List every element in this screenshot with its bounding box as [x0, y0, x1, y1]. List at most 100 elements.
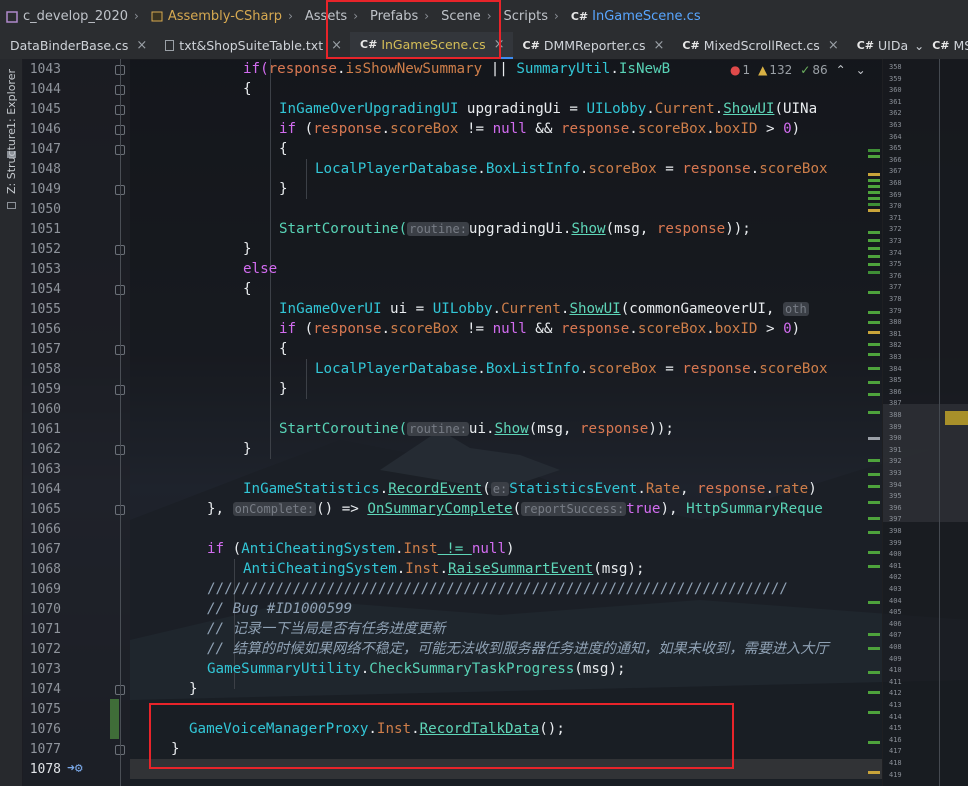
error-stripe-marker[interactable]	[868, 191, 880, 194]
error-stripe-marker[interactable]	[868, 311, 880, 314]
error-stripe-marker[interactable]	[868, 381, 880, 384]
code-line: {	[279, 341, 288, 357]
text-file-icon	[165, 40, 175, 51]
tab-dmmreporter[interactable]: C# DMMReporter.cs ×	[513, 32, 673, 59]
error-stripe-marker[interactable]	[868, 239, 880, 242]
error-stripe-marker[interactable]	[868, 393, 880, 396]
error-stripe-marker[interactable]	[868, 691, 880, 694]
breadcrumb-item-assembly[interactable]: Assembly-CSharp	[145, 9, 282, 24]
error-stripe-marker[interactable]	[868, 633, 880, 636]
error-stripe-marker[interactable]	[868, 517, 880, 520]
tab-shopsuitetable[interactable]: txt&ShopSuiteTable.txt ×	[155, 32, 350, 59]
error-stripe-marker[interactable]	[868, 203, 880, 206]
tab-uida[interactable]: C# UIDa	[847, 32, 910, 59]
tab-mstatutil[interactable]: C# MStatUtil.cs	[928, 32, 968, 59]
error-stripe-marker[interactable]	[868, 411, 880, 414]
code-editor[interactable]: if(response.isShowNewSummary || SummaryU…	[130, 59, 882, 786]
parameter-hint: e:	[490, 482, 510, 496]
line-number: 1075	[29, 702, 61, 717]
chevron-down-icon[interactable]: ⌄	[856, 63, 866, 77]
close-icon[interactable]: ×	[654, 38, 665, 53]
error-stripe-marker[interactable]	[868, 231, 880, 234]
line-number: 1072	[29, 642, 61, 657]
explorer-tool-button[interactable]: 1: Explorer	[5, 69, 18, 129]
error-stripe-marker[interactable]	[868, 185, 880, 188]
minimap-line-number: 383	[889, 353, 902, 361]
minimap-panel[interactable]: 358 359 360 361 362 363 364 365 366 367 368 369 370 3…	[882, 59, 968, 786]
error-stripe-marker[interactable]	[868, 255, 880, 258]
tab-mixedscrollrect[interactable]: C# MixedScrollRect.cs ×	[672, 32, 846, 59]
minimap-line-number: 394	[889, 480, 902, 489]
error-stripe-marker[interactable]	[868, 671, 880, 674]
error-stripe-marker[interactable]	[868, 501, 880, 504]
minimap-line-number: 402	[889, 573, 902, 582]
csharp-project-icon	[151, 10, 163, 23]
error-stripe-marker[interactable]	[868, 437, 880, 440]
error-stripe-marker[interactable]	[868, 155, 880, 158]
minimap-line-number: 363	[889, 121, 902, 129]
minimap-line-number: 388	[889, 411, 902, 419]
run-marker-icon[interactable]: ➜⚙	[67, 759, 83, 779]
error-stripe-marker[interactable]	[868, 741, 880, 744]
minimap-line-number: 409	[889, 654, 902, 663]
error-stripe-marker[interactable]	[868, 331, 880, 334]
minimap-line-number: 378	[889, 295, 902, 303]
error-icon: ●	[730, 63, 741, 77]
breadcrumb-item-scripts[interactable]: Scripts	[498, 9, 548, 24]
chevron-down-icon[interactable]: ⌄	[910, 39, 928, 53]
minimap-line-number: 367	[889, 167, 902, 176]
code-line: }	[243, 241, 252, 257]
error-stripe-marker[interactable]	[868, 565, 880, 568]
close-icon[interactable]: ×	[136, 38, 147, 53]
minimap-line-number: 372	[889, 225, 902, 234]
line-number: 1064	[29, 482, 61, 497]
line-number: 1044	[29, 82, 61, 97]
inspection-widget[interactable]: ● 1 ▲ 132 ✓ 86 ⌃ ⌄	[730, 59, 882, 81]
error-stripe-marker[interactable]	[868, 291, 880, 294]
code-line: if (response.scoreBox != null && respons…	[279, 121, 801, 137]
error-stripe-marker[interactable]	[868, 271, 880, 274]
chevron-up-icon[interactable]: ⌃	[836, 63, 846, 77]
minimap-line-number: 389	[889, 422, 902, 431]
parameter-hint: routine:	[407, 422, 469, 436]
error-stripe-marker[interactable]	[868, 647, 880, 650]
minimap-line-number: 358	[889, 63, 902, 71]
error-stripe-marker[interactable]	[868, 367, 880, 370]
chevron-right-icon: ›	[288, 9, 293, 23]
error-stripe-marker[interactable]	[868, 179, 880, 182]
minimap-highlight	[945, 411, 968, 425]
error-stripe-marker[interactable]	[868, 247, 880, 250]
minimap-line-number: 376	[889, 271, 902, 280]
line-number: 1052	[29, 242, 61, 257]
minimap-line-number: 364	[889, 132, 902, 141]
minimap-line-number: 403	[889, 585, 902, 593]
error-stripe-marker[interactable]	[868, 149, 880, 152]
error-stripe-marker[interactable]	[868, 473, 880, 476]
error-stripe-marker[interactable]	[868, 459, 880, 462]
error-stripe[interactable]	[864, 81, 882, 786]
error-stripe-marker[interactable]	[868, 197, 880, 200]
structure-tool-button[interactable]: Z: Structure	[5, 128, 18, 194]
error-stripe-marker[interactable]	[868, 601, 880, 604]
error-stripe-marker[interactable]	[868, 263, 880, 266]
error-stripe-marker[interactable]	[868, 531, 880, 534]
tab-databinderbase[interactable]: DataBinderBase.cs ×	[0, 32, 155, 59]
error-stripe-marker[interactable]	[868, 551, 880, 554]
error-stripe-marker[interactable]	[868, 353, 880, 356]
minimap-line-number: 375	[889, 260, 902, 269]
breadcrumb-item-project[interactable]: c_develop_2020	[0, 9, 128, 24]
line-number: 1065	[29, 502, 61, 517]
structure-icon	[7, 202, 16, 209]
error-stripe-marker[interactable]	[868, 343, 880, 346]
error-stripe-marker[interactable]	[868, 771, 880, 774]
error-stripe-marker[interactable]	[868, 209, 880, 212]
minimap-line-number: 374	[889, 248, 902, 257]
ok-count: 86	[812, 63, 828, 77]
close-icon[interactable]: ×	[828, 38, 839, 53]
error-stripe-marker[interactable]	[868, 321, 880, 324]
warning-icon: ▲	[758, 63, 768, 77]
error-stripe-marker[interactable]	[868, 711, 880, 714]
error-stripe-marker[interactable]	[868, 173, 880, 176]
error-stripe-marker[interactable]	[868, 485, 880, 488]
breadcrumb-item-file[interactable]: C# InGameScene.cs	[565, 9, 701, 24]
